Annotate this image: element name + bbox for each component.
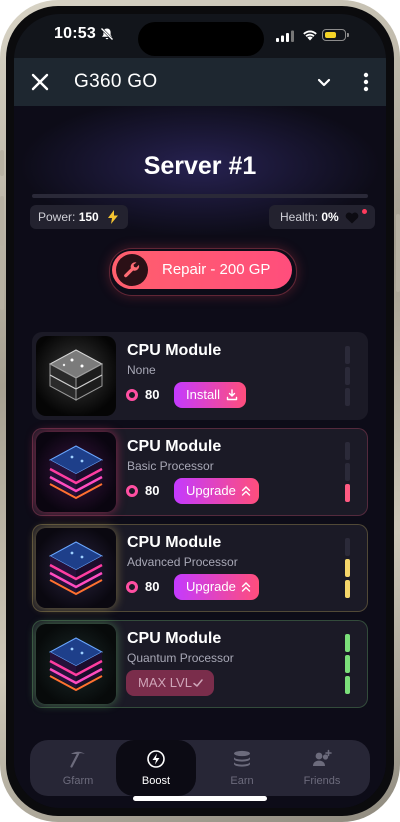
bottom-nav: Gfarm Boost Earn Friends bbox=[30, 740, 370, 796]
upgrade-label: Upgrade bbox=[186, 483, 236, 498]
chevron-down-icon[interactable] bbox=[314, 72, 334, 92]
cpu-module-image bbox=[36, 528, 116, 608]
lightning-icon bbox=[108, 210, 118, 224]
module-subtitle: Basic Processor bbox=[127, 459, 214, 473]
app-header: G360 GO bbox=[14, 58, 386, 106]
power-stat: Power: 150 bbox=[30, 205, 128, 229]
repair-button[interactable]: Repair - 200 GP bbox=[112, 251, 292, 289]
bell-muted-icon bbox=[100, 27, 114, 41]
nav-item-boost[interactable]: Boost bbox=[116, 740, 196, 796]
level-segment bbox=[345, 346, 350, 364]
repair-label: Repair - 200 GP bbox=[162, 261, 271, 278]
server-title: Server #1 bbox=[143, 152, 257, 180]
nav-label: Gfarm bbox=[62, 775, 94, 787]
friends-icon bbox=[313, 749, 332, 766]
module-price: 80 bbox=[145, 579, 160, 594]
health-label: Health: bbox=[280, 210, 319, 224]
signal-icon bbox=[276, 30, 294, 42]
pickaxe-icon bbox=[70, 751, 85, 768]
divider bbox=[32, 194, 368, 198]
more-menu-icon[interactable] bbox=[358, 70, 374, 94]
nav-item-earn[interactable]: Earn bbox=[202, 740, 282, 796]
heart-icon bbox=[345, 212, 359, 224]
side-button bbox=[0, 150, 4, 176]
level-segment bbox=[345, 463, 350, 481]
max-level-label: MAX LVL bbox=[138, 675, 192, 690]
level-segment-filled bbox=[345, 484, 350, 502]
coin-icon bbox=[126, 485, 138, 497]
install-button[interactable]: Install bbox=[174, 382, 246, 408]
level-segment-filled bbox=[345, 655, 350, 673]
module-title: CPU Module bbox=[127, 342, 222, 359]
close-icon[interactable] bbox=[28, 70, 52, 94]
cpu-module-image bbox=[36, 624, 116, 704]
wifi-icon bbox=[303, 30, 317, 41]
boost-icon bbox=[147, 750, 165, 768]
nav-label: Friends bbox=[303, 775, 341, 787]
side-button bbox=[0, 260, 4, 310]
coin-icon bbox=[126, 389, 138, 401]
coins-icon bbox=[234, 750, 250, 767]
level-segment-filled bbox=[345, 634, 350, 652]
alert-dot bbox=[362, 209, 367, 214]
module-subtitle: Quantum Processor bbox=[127, 651, 234, 665]
module-title: CPU Module bbox=[127, 534, 222, 551]
nav-item-friends[interactable]: Friends bbox=[282, 740, 362, 796]
level-segment-filled bbox=[345, 580, 350, 598]
level-segment-filled bbox=[345, 676, 350, 694]
screen: 10:53 G360 GO Server #1 Power: 150 Healt… bbox=[14, 14, 386, 808]
module-subtitle: Advanced Processor bbox=[127, 555, 238, 569]
module-card-advanced: CPU Module Advanced Processor 80 Upgrade bbox=[32, 524, 368, 612]
level-segment bbox=[345, 538, 350, 556]
cpu-module-image bbox=[36, 336, 116, 416]
main-content: Server #1 Power: 150 Health: 0% Repair -… bbox=[14, 106, 386, 808]
level-segment bbox=[345, 367, 350, 385]
level-segment bbox=[345, 388, 350, 406]
power-value: 150 bbox=[78, 210, 99, 224]
side-button bbox=[396, 214, 400, 292]
upgrade-button[interactable]: Upgrade bbox=[174, 478, 259, 504]
home-indicator[interactable] bbox=[133, 796, 267, 801]
upgrade-button[interactable]: Upgrade bbox=[174, 574, 259, 600]
download-icon bbox=[226, 389, 238, 401]
level-segment-filled bbox=[345, 559, 350, 577]
phone-frame: 10:53 G360 GO Server #1 Power: 150 Healt… bbox=[0, 0, 400, 822]
nav-label: Earn bbox=[230, 775, 254, 787]
checkmark-icon bbox=[193, 679, 203, 687]
module-card-quantum: CPU Module Quantum Processor MAX LVL bbox=[32, 620, 368, 708]
upgrade-label: Upgrade bbox=[186, 579, 236, 594]
power-label: Power: bbox=[38, 210, 76, 224]
status-time: 10:53 bbox=[54, 25, 96, 42]
app-title: G360 GO bbox=[74, 71, 158, 92]
double-chevron-up-icon bbox=[241, 582, 251, 592]
health-stat: Health: 0% bbox=[269, 205, 375, 229]
level-segment bbox=[345, 442, 350, 460]
module-card-basic: CPU Module Basic Processor 80 Upgrade bbox=[32, 428, 368, 516]
module-price: 80 bbox=[145, 387, 160, 402]
side-button bbox=[0, 196, 4, 246]
max-level-badge: MAX LVL bbox=[126, 670, 214, 696]
double-chevron-up-icon bbox=[241, 486, 251, 496]
health-value: 0% bbox=[321, 210, 339, 224]
battery-icon bbox=[322, 29, 349, 41]
nav-item-gfarm[interactable]: Gfarm bbox=[38, 740, 118, 796]
nav-label: Boost bbox=[141, 775, 171, 787]
module-title: CPU Module bbox=[127, 630, 222, 647]
status-bar: 10:53 bbox=[14, 14, 386, 58]
module-title: CPU Module bbox=[127, 438, 222, 455]
dynamic-island bbox=[138, 22, 264, 56]
module-subtitle: None bbox=[127, 363, 156, 377]
module-card-none: CPU Module None 80 Install bbox=[32, 332, 368, 420]
module-price: 80 bbox=[145, 483, 160, 498]
coin-icon bbox=[126, 581, 138, 593]
install-label: Install bbox=[186, 387, 220, 402]
cpu-module-image bbox=[36, 432, 116, 512]
wrench-icon bbox=[116, 254, 148, 286]
